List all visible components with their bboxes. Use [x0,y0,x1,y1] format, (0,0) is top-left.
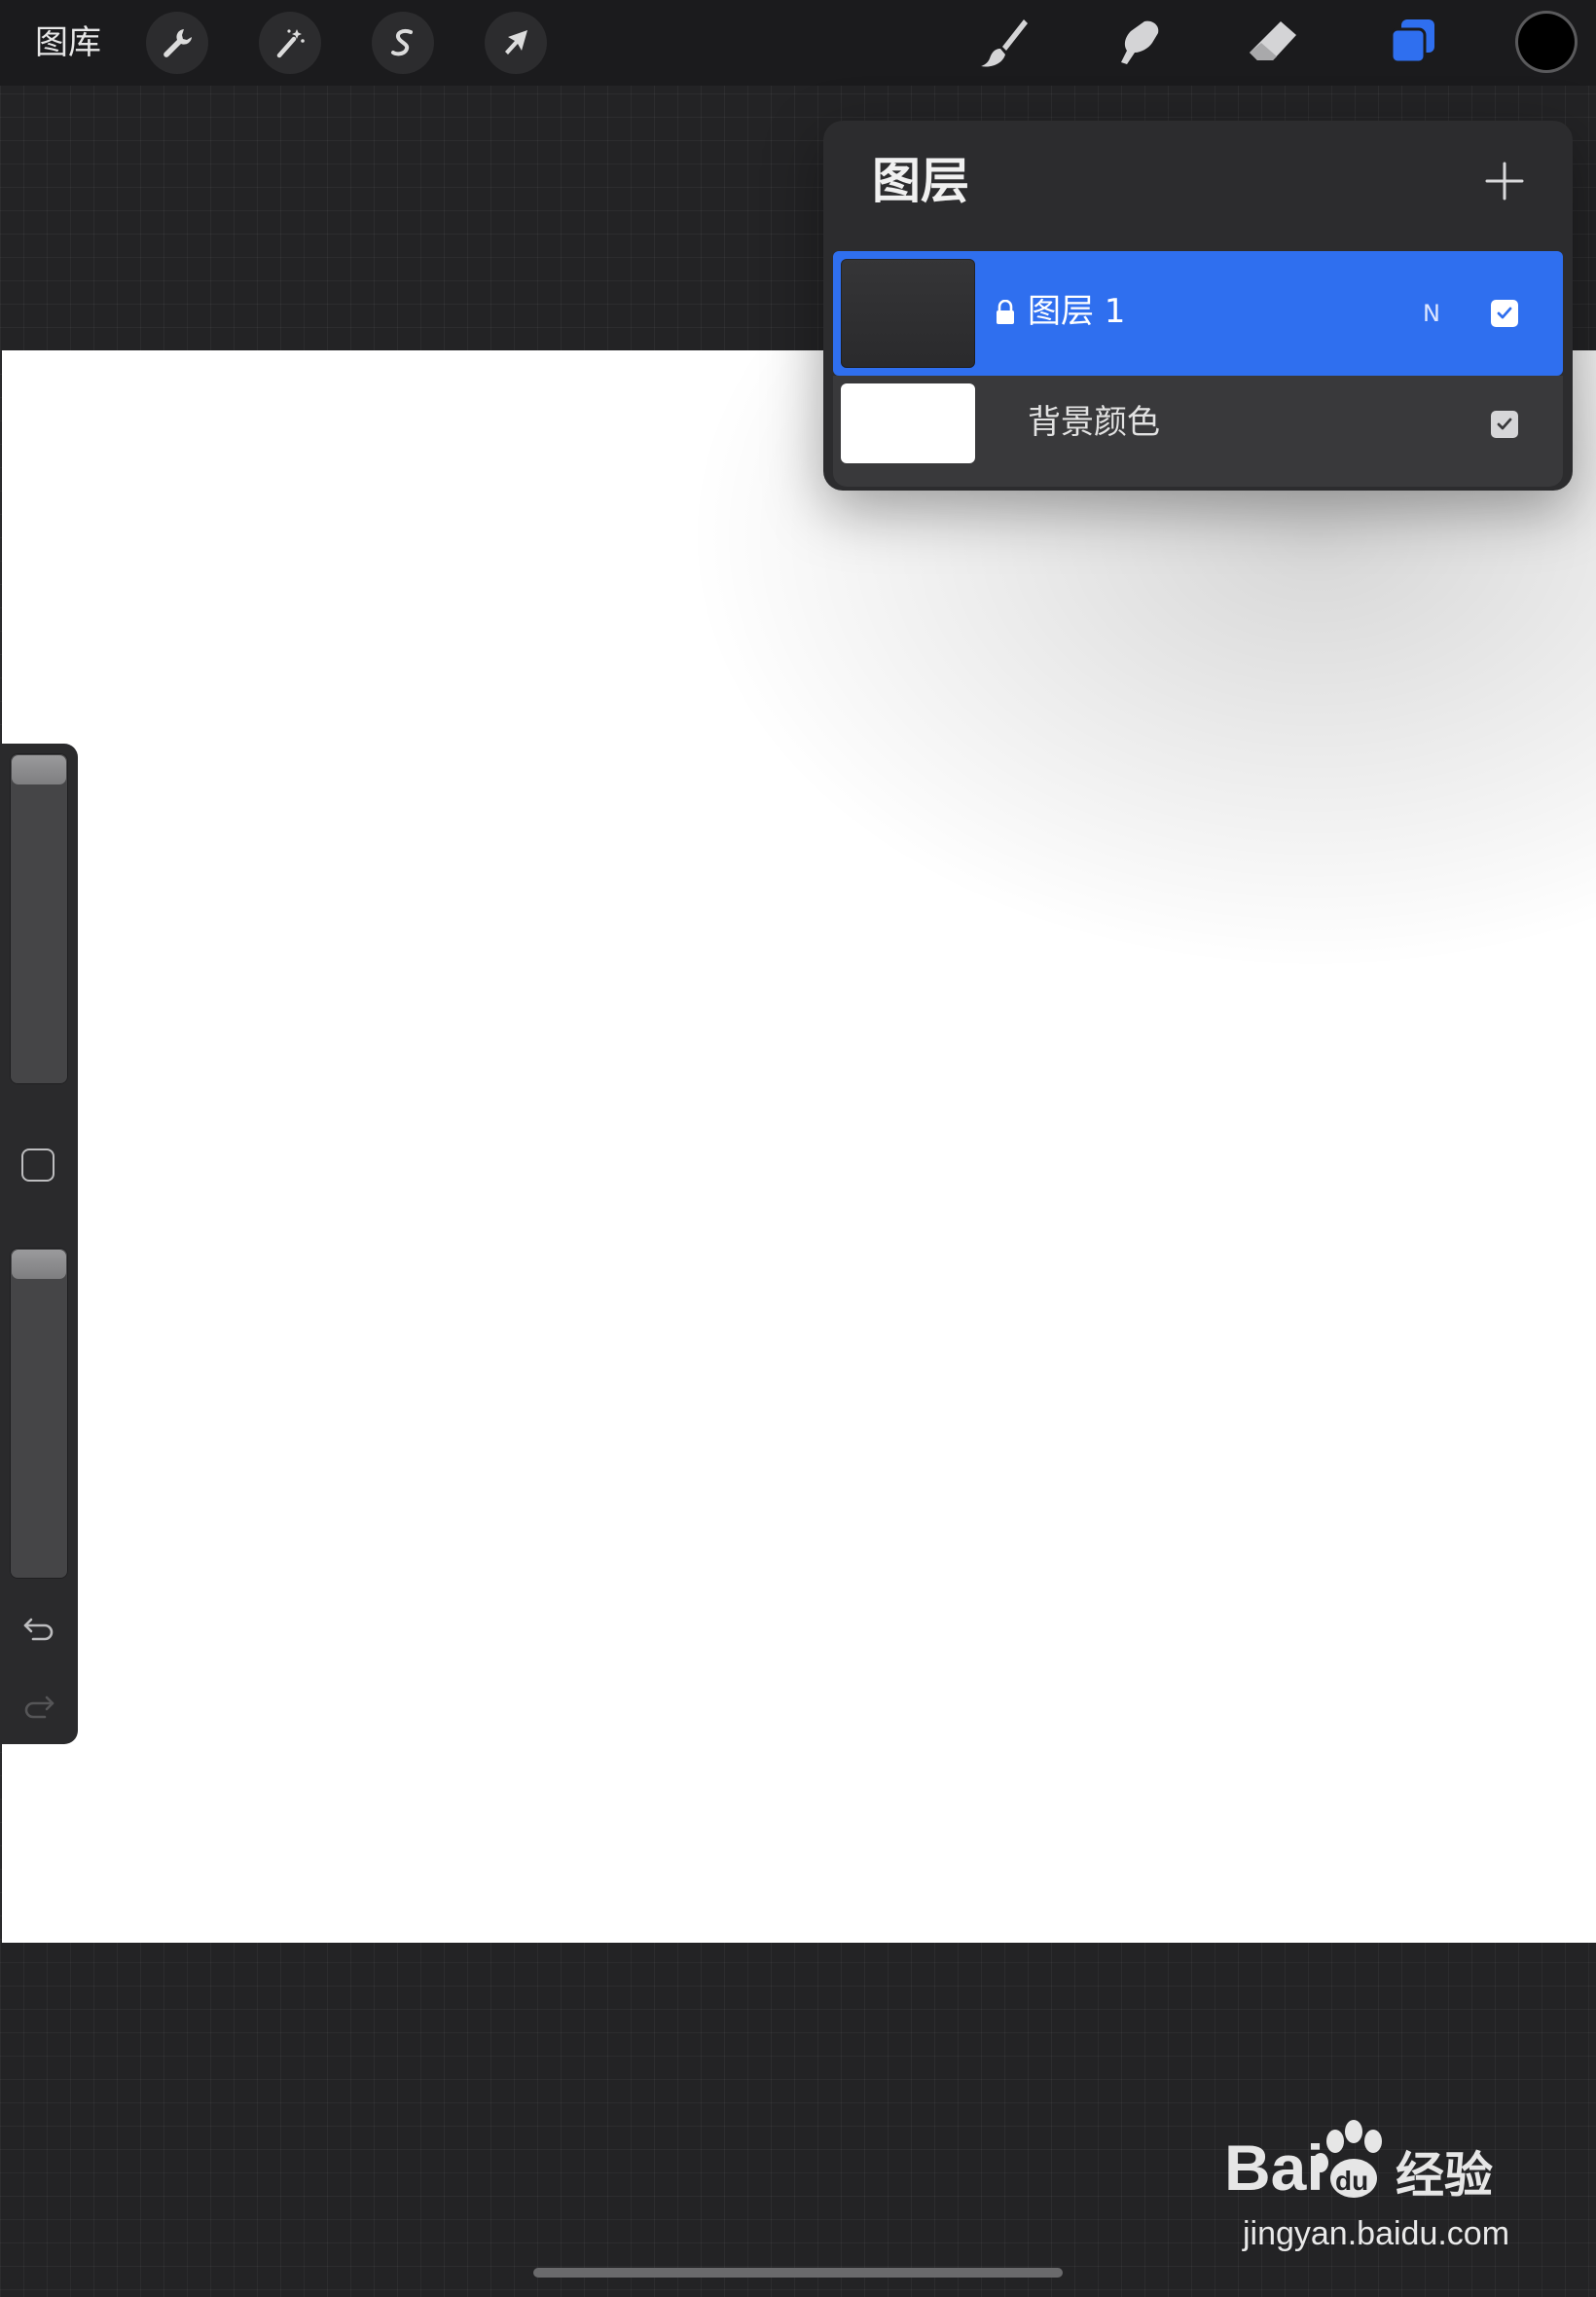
selection-button[interactable] [372,12,434,74]
brush-size-slider-thumb[interactable] [12,755,66,784]
actions-button[interactable] [146,12,208,74]
layer-name: 图层 1 [1028,292,1126,331]
svg-text:经验: 经验 [1396,2147,1493,2204]
opacity-slider[interactable] [10,1248,68,1579]
checkmark-icon [1497,307,1512,319]
gallery-button[interactable]: 图库 [35,19,101,66]
drawing-canvas[interactable] [2,350,1596,1943]
opacity-slider-thumb[interactable] [12,1250,66,1279]
home-indicator[interactable] [533,2268,1063,2278]
layers-button[interactable] [1380,10,1446,76]
baidu-watermark: Bai du 经验 jingyan.baidu.com [1220,2114,1532,2260]
layer-row-1[interactable]: 图层 1 N [833,251,1563,376]
background-color-layer-row[interactable]: 背景颜色 [833,376,1563,487]
layers-panel-title: 图层 [872,153,969,209]
side-controls [0,744,78,1744]
selection-s-icon [391,28,413,56]
magic-wand-icon [276,29,305,58]
layer-visibility-checkbox[interactable] [1491,300,1518,327]
erase-button[interactable] [1240,10,1306,76]
background-color-thumbnail [841,383,975,463]
layers-panel: 图层 图层 1 N 背景颜色 [823,121,1573,491]
svg-text:Bai: Bai [1224,2132,1324,2204]
plus-icon[interactable] [1481,158,1528,204]
transform-button[interactable] [485,12,547,74]
layers-icon [1390,19,1434,64]
eraser-icon [1250,21,1296,60]
checkmark-icon [1497,418,1512,430]
lock-icon [997,300,1014,324]
wrench-icon [163,29,192,57]
arrow-cursor-icon [505,30,527,55]
blend-mode-button[interactable]: N [1423,294,1440,333]
smudge-icon [1121,20,1159,64]
adjustments-button[interactable] [259,12,321,74]
modify-button[interactable] [21,1148,54,1182]
paint-button[interactable] [971,10,1037,76]
layer-thumbnail [841,259,975,368]
smudge-button[interactable] [1106,10,1172,76]
watermark-url: jingyan.baidu.com [1242,2215,1510,2252]
brush-size-slider[interactable] [10,753,68,1084]
top-toolbar: 图库 [0,0,1596,86]
brush-icon [981,19,1028,67]
baidu-logo: Bai du 经验 [1224,2120,1493,2204]
background-visibility-checkbox[interactable] [1491,411,1518,438]
redo-icon[interactable] [19,1686,58,1725]
undo-icon[interactable] [19,1608,58,1647]
layer-name: 背景颜色 [1028,403,1160,442]
svg-text:du: du [1335,2166,1368,2196]
color-swatch[interactable] [1518,14,1575,70]
